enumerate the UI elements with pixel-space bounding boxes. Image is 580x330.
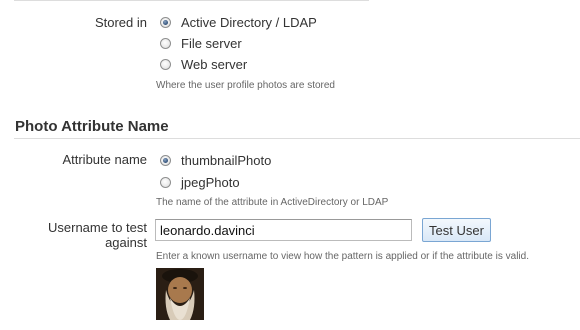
radio-label-jpeg-photo: jpegPhoto: [181, 174, 240, 190]
section-title-photo-attribute: Photo Attribute Name: [15, 118, 169, 135]
radio-option-web-server[interactable]: Web server: [160, 55, 247, 73]
username-help-text: Enter a known username to view how the p…: [156, 251, 529, 262]
radio-option-file-server[interactable]: File server: [160, 34, 242, 52]
username-test-label: Username to test against: [48, 220, 147, 250]
username-input[interactable]: [155, 219, 412, 241]
radio-label-thumbnail-photo: thumbnailPhoto: [181, 152, 272, 168]
radio-unselected-icon[interactable]: [160, 58, 171, 70]
attribute-name-label: Attribute name: [62, 152, 147, 167]
radio-option-jpeg-photo[interactable]: jpegPhoto: [160, 173, 240, 191]
radio-label-web-server: Web server: [181, 56, 248, 72]
top-divider: [14, 0, 369, 1]
stored-in-help-text: Where the user profile photos are stored: [156, 80, 335, 91]
username-test-label-line1: Username to test: [48, 220, 147, 235]
stored-in-label: Stored in: [94, 15, 147, 30]
radio-option-thumbnail-photo[interactable]: thumbnailPhoto: [160, 151, 271, 169]
test-user-button[interactable]: Test User: [422, 218, 491, 242]
radio-option-active-directory[interactable]: Active Directory / LDAP: [160, 13, 317, 31]
user-photo: [156, 268, 204, 320]
user-photo-image: [156, 268, 204, 320]
radio-selected-icon[interactable]: [160, 16, 171, 28]
attribute-help-text: The name of the attribute in ActiveDirec…: [156, 197, 389, 208]
radio-unselected-icon[interactable]: [160, 176, 171, 188]
radio-label-active-directory: Active Directory / LDAP: [181, 14, 317, 30]
radio-label-file-server: File server: [181, 35, 242, 51]
radio-selected-icon[interactable]: [160, 154, 171, 166]
radio-unselected-icon[interactable]: [160, 37, 171, 49]
username-test-label-line2: against: [105, 235, 147, 250]
section-divider: [14, 138, 580, 139]
